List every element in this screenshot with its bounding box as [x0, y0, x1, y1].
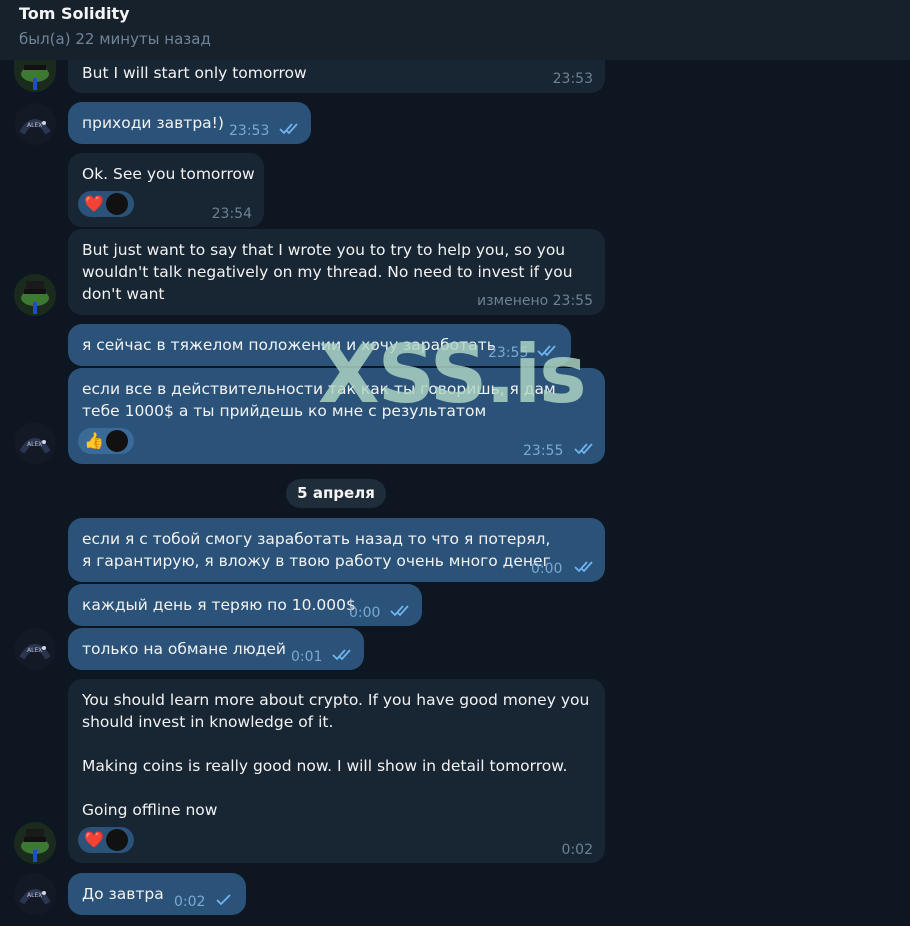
message-bubble-incoming[interactable]: You should learn more about crypto. If y…: [68, 679, 605, 863]
message-time: 23:54: [211, 206, 252, 222]
message-bubble-incoming[interactable]: But I will start only tomorrow 23:53: [68, 60, 605, 93]
user-avatar-alex[interactable]: ALEX: [14, 103, 56, 145]
message-time: 0:02: [174, 894, 206, 910]
message-time: 0:02: [561, 842, 593, 858]
contact-name[interactable]: Tom Solidity: [19, 4, 130, 23]
message-text: если я с тобой смогу заработать назад то…: [82, 530, 556, 570]
message-text: если все в действительности так как ты г…: [82, 380, 561, 420]
svg-text:ALEX: ALEX: [27, 441, 42, 448]
message-text: каждый день я теряю по 10.000$: [82, 596, 356, 614]
reactor-avatar: [106, 430, 128, 452]
read-checks-icon: [279, 123, 298, 135]
reaction-chip[interactable]: ❤️: [78, 827, 134, 853]
message-text: You should learn more about crypto. If y…: [82, 691, 590, 819]
user-avatar-alex[interactable]: ALEX: [14, 628, 56, 670]
user-avatar-alex[interactable]: ALEX: [14, 422, 56, 464]
svg-text:ALEX: ALEX: [27, 647, 42, 654]
message-text: But I will start only tomorrow: [82, 64, 307, 82]
svg-text:ALEX: ALEX: [27, 122, 42, 129]
message-bubble-outgoing[interactable]: только на обмане людей 0:01: [68, 628, 364, 670]
message-bubble-outgoing[interactable]: До завтра 0:02: [68, 873, 246, 915]
message-time: 0:00: [349, 605, 381, 621]
svg-text:ALEX: ALEX: [27, 892, 42, 899]
read-checks-icon: [574, 561, 593, 573]
last-seen-status: был(а) 22 минуты назад: [19, 30, 211, 48]
message-bubble-incoming[interactable]: But just want to say that I wrote you to…: [68, 229, 605, 315]
read-checks-icon: [390, 605, 409, 617]
read-checks-icon: [574, 443, 593, 455]
message-time: 0:01: [291, 649, 323, 665]
reaction-chip[interactable]: ❤️: [78, 191, 134, 217]
message-bubble-outgoing[interactable]: приходи завтра!) 23:53: [68, 102, 311, 144]
reaction-emoji: 👍: [84, 431, 104, 450]
user-avatar-alex[interactable]: ALEX: [14, 873, 56, 915]
message-bubble-incoming[interactable]: Ok. See you tomorrow ❤️ 23:54: [68, 153, 264, 227]
message-bubble-outgoing[interactable]: если все в действительности так как ты г…: [68, 368, 605, 464]
message-bubble-outgoing[interactable]: я сейчас в тяжелом положении и хочу зара…: [68, 324, 571, 366]
message-text: До завтра: [82, 885, 164, 903]
read-checks-icon: [537, 345, 556, 357]
message-text: я сейчас в тяжелом положении и хочу зара…: [82, 336, 496, 354]
message-time: 0:00: [531, 561, 563, 577]
chat-header[interactable]: Tom Solidity был(а) 22 минуты назад: [0, 0, 910, 60]
message-time: 23:55: [488, 345, 529, 361]
message-text: Ok. See you tomorrow: [82, 165, 255, 183]
contact-avatar-tom[interactable]: [14, 822, 56, 864]
reaction-emoji: ❤️: [84, 830, 104, 849]
message-time: 23:53: [229, 123, 270, 139]
message-text: только на обмане людей: [82, 640, 286, 658]
message-bubble-outgoing[interactable]: каждый день я теряю по 10.000$ 0:00: [68, 584, 422, 626]
contact-avatar-tom[interactable]: [14, 274, 56, 316]
message-time: 23:53: [552, 71, 593, 87]
message-text: приходи завтра!): [82, 114, 224, 132]
reaction-emoji: ❤️: [84, 194, 104, 213]
message-time: 23:55: [523, 443, 564, 459]
reactor-avatar: [106, 829, 128, 851]
message-bubble-outgoing[interactable]: если я с тобой смогу заработать назад то…: [68, 518, 605, 582]
reactor-avatar: [106, 193, 128, 215]
reaction-chip[interactable]: 👍: [78, 428, 134, 454]
sent-check-icon: [216, 894, 231, 906]
date-separator: 5 апреля: [286, 479, 386, 508]
contact-avatar-tom[interactable]: [14, 60, 56, 92]
message-time-edited: изменено 23:55: [477, 293, 593, 309]
read-checks-icon: [332, 649, 351, 661]
